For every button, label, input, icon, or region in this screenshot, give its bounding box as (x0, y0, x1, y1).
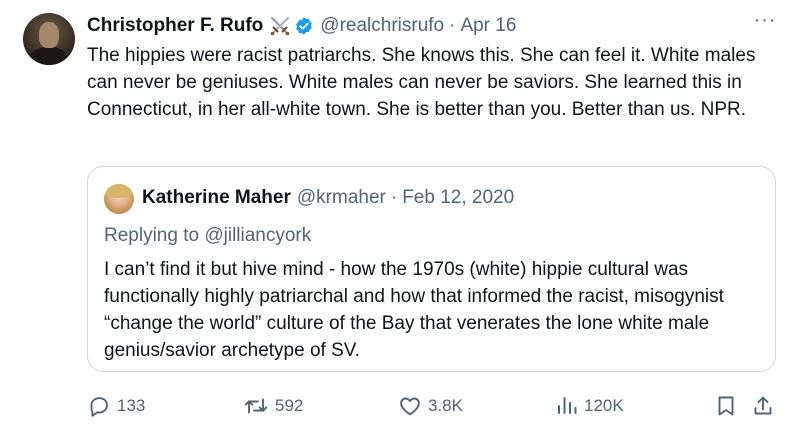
separator-dot: · (390, 187, 398, 208)
share-button[interactable] (751, 390, 775, 422)
quoted-tweet-date: Feb 12, 2020 (402, 187, 515, 208)
tweet-text: The hippies were racist patriarchs. She … (87, 45, 756, 120)
reply-button[interactable]: 133 (87, 390, 145, 422)
verified-badge-icon (294, 16, 314, 36)
more-icon[interactable]: ··· (752, 10, 778, 37)
repost-count: 592 (275, 396, 304, 415)
reply-icon (87, 394, 111, 418)
views-button[interactable]: 120K (556, 390, 624, 422)
separator-dot: · (449, 15, 456, 36)
quoted-author-avatar (104, 184, 134, 214)
repost-button[interactable]: 592 (243, 390, 303, 422)
quoted-tweet-header: Katherine Maher @krmaher · Feb 12, 2020 (142, 187, 514, 209)
views-count: 120K (584, 396, 624, 415)
repost-icon (243, 394, 269, 418)
quoted-author-name: Katherine Maher (142, 187, 291, 208)
replying-to: Replying to @jilliancyork (104, 225, 312, 246)
tweet-date[interactable]: Apr 16 (460, 15, 516, 37)
quoted-tweet[interactable]: Katherine Maher @krmaher · Feb 12, 2020 … (87, 166, 776, 372)
share-icon (751, 394, 775, 418)
quoted-tweet-text: I can’t find it but hive mind - how the … (104, 259, 724, 361)
like-count: 3.8K (428, 396, 463, 415)
author-name[interactable]: Christopher F. Rufo (87, 15, 263, 37)
quoted-author-handle: @krmaher (296, 187, 386, 208)
tweet-header: Christopher F. Rufo @realchrisrufo · Apr… (87, 14, 516, 38)
author-handle[interactable]: @realchrisrufo (320, 15, 444, 37)
heart-icon (398, 394, 422, 418)
author-avatar[interactable] (23, 13, 75, 65)
tweet-actions: 133 592 3.8K 120K (0, 390, 796, 422)
bookmark-button[interactable] (715, 390, 737, 422)
bookmark-icon (715, 394, 737, 418)
reply-count: 133 (117, 396, 146, 415)
like-button[interactable]: 3.8K (398, 390, 463, 422)
views-icon (556, 394, 578, 418)
crossed-swords-icon (269, 15, 291, 37)
